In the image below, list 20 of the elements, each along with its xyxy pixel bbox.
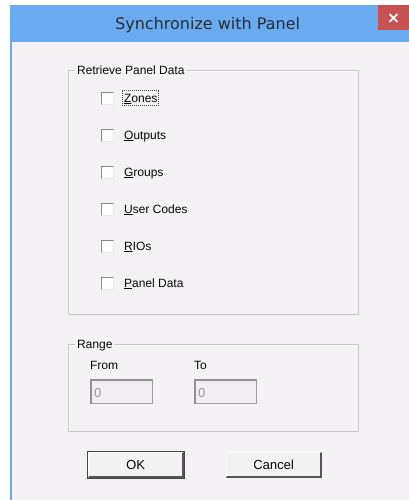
checkbox[interactable] [101, 202, 114, 216]
cancel-button[interactable]: Cancel [226, 452, 322, 478]
checkbox-label[interactable]: Panel Data [122, 275, 186, 291]
group-label: Range [76, 337, 114, 351]
group-label: Retrieve Panel Data [76, 63, 186, 77]
checkbox-label[interactable]: RIOs [122, 238, 154, 254]
checkbox[interactable] [101, 166, 114, 178]
checkbox[interactable] [101, 276, 114, 290]
checkbox[interactable] [101, 92, 114, 104]
ok-button[interactable]: OK [88, 452, 184, 478]
field-label: To [194, 358, 208, 372]
checkbox[interactable] [101, 240, 114, 252]
checkbox-label[interactable]: Zones [122, 90, 160, 106]
window-title: Synchronize with Panel [115, 14, 300, 33]
checkbox-label[interactable]: Groups [122, 164, 166, 180]
checkbox[interactable] [101, 128, 114, 142]
close-button[interactable]: × [378, 5, 409, 30]
checkbox-label[interactable]: Outputs [122, 127, 168, 143]
field-label: From [90, 358, 119, 372]
checkbox-label[interactable]: User Codes [122, 201, 190, 217]
